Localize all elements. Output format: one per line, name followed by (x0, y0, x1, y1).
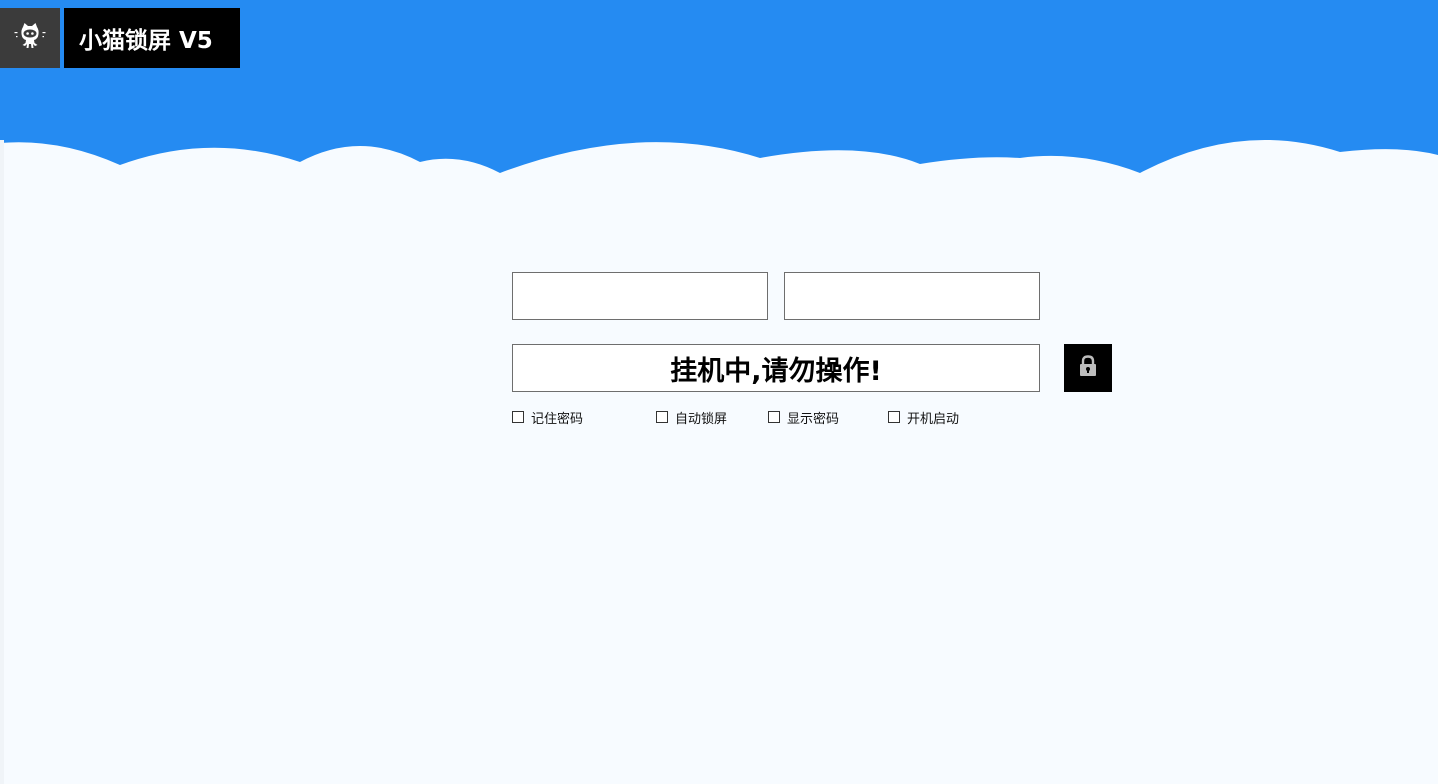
app-logo (0, 8, 60, 68)
left-edge-strip (0, 140, 4, 784)
lock-button[interactable] (1064, 344, 1112, 392)
remember-password-checkbox[interactable] (512, 411, 524, 423)
username-field[interactable] (512, 272, 768, 320)
auto-lock-label: 自动锁屏 (675, 411, 728, 427)
start-on-boot-option[interactable]: 开机启动 (888, 408, 960, 427)
start-on-boot-checkbox[interactable] (888, 411, 900, 423)
status-display: 挂机中,请勿操作! (512, 344, 1040, 392)
password-field[interactable] (784, 272, 1040, 320)
auto-lock-option[interactable]: 自动锁屏 (656, 408, 728, 427)
show-password-label: 显示密码 (787, 411, 840, 427)
lock-screen-window: 小猫锁屏 V5 挂机中,请勿操作! 记住密码 自动锁屏 显示密码 开机启动 (0, 0, 1438, 784)
app-title: 小猫锁屏 V5 (64, 8, 240, 68)
auto-lock-checkbox[interactable] (656, 411, 668, 423)
show-password-option[interactable]: 显示密码 (768, 408, 840, 427)
lock-icon (1078, 355, 1098, 381)
remember-password-label: 记住密码 (531, 411, 584, 427)
octocat-icon (13, 22, 47, 54)
start-on-boot-label: 开机启动 (907, 411, 960, 427)
show-password-checkbox[interactable] (768, 411, 780, 423)
remember-password-option[interactable]: 记住密码 (512, 408, 584, 427)
